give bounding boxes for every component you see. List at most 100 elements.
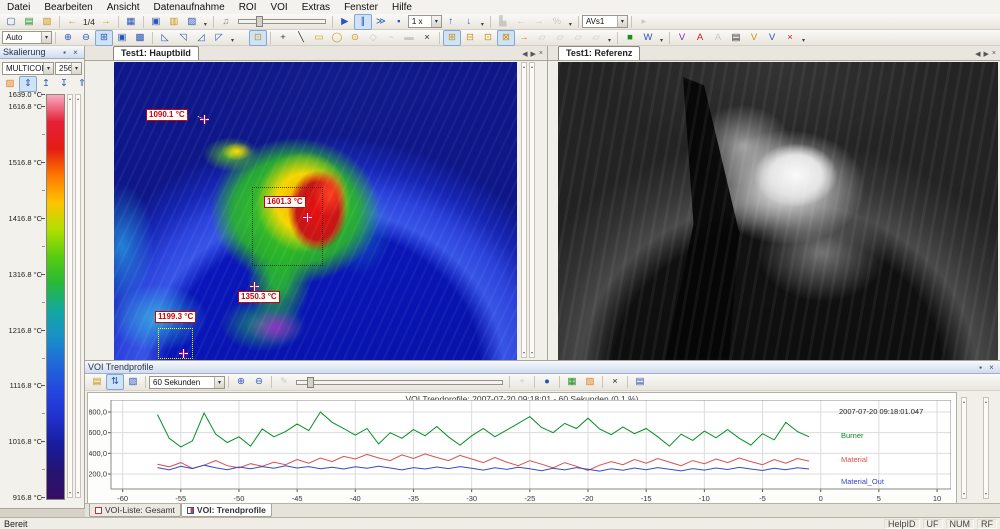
interval-combo-arrow-icon[interactable]: ▾ bbox=[214, 377, 224, 388]
scroll-up-icon[interactable]: ▴ bbox=[68, 96, 72, 102]
scroll-down-icon[interactable]: ▾ bbox=[76, 490, 80, 496]
menu-roi[interactable]: ROI bbox=[232, 2, 264, 13]
open-file-icon[interactable]: ▧ bbox=[38, 14, 56, 30]
delete-trend-icon[interactable]: × bbox=[606, 374, 624, 390]
color-scale-bar[interactable] bbox=[46, 94, 65, 500]
scaling-mode-combo[interactable]: Auto▾ bbox=[2, 31, 52, 44]
more-voi-icon[interactable]: ▾ bbox=[799, 30, 808, 46]
zoom-time-out-icon[interactable]: ⊖ bbox=[250, 374, 268, 390]
scaling-mode-combo-arrow-icon[interactable]: ▾ bbox=[41, 32, 51, 43]
snapshot-icon[interactable]: ▥ bbox=[165, 14, 183, 30]
scroll-down-icon[interactable]: ▾ bbox=[962, 491, 966, 497]
export-excel-icon[interactable]: ▦ bbox=[563, 374, 581, 390]
levels-combo-arrow-icon[interactable]: ▾ bbox=[71, 63, 81, 74]
more-roi-icon[interactable]: ▾ bbox=[605, 30, 614, 46]
tab-hauptbild[interactable]: Test1: Hauptbild bbox=[113, 46, 199, 60]
scroll-track[interactable]: ▴▾ bbox=[521, 62, 527, 358]
close-icon[interactable]: × bbox=[70, 48, 81, 57]
scroll-track[interactable]: ▴▾ bbox=[75, 94, 81, 498]
scroll-down-icon[interactable]: ▾ bbox=[530, 350, 534, 356]
temperature-label[interactable]: 1601.3 °C bbox=[264, 196, 306, 208]
more-playback-icon[interactable]: ▾ bbox=[478, 14, 487, 30]
menu-bearbeiten[interactable]: Bearbeiten bbox=[37, 2, 99, 13]
save-icon[interactable]: ▦ bbox=[122, 14, 140, 30]
zoom-time-in-icon[interactable]: ⊕ bbox=[232, 374, 250, 390]
close-icon[interactable]: × bbox=[986, 363, 997, 372]
export-image-icon[interactable]: ▨ bbox=[581, 374, 599, 390]
new-document-icon[interactable]: ▢ bbox=[2, 14, 20, 30]
scroll-up-icon[interactable]: ▴ bbox=[984, 399, 988, 405]
draw-ellipse-icon[interactable]: ⊙ bbox=[346, 30, 364, 46]
close-view-icon[interactable]: × bbox=[992, 50, 996, 57]
print-icon[interactable]: ▤ bbox=[631, 374, 649, 390]
next-view-icon[interactable]: ▶ bbox=[984, 50, 989, 58]
thermal-image[interactable]: 1090.1 °C1601.3 °C1350.3 °C1199.3 °C bbox=[114, 62, 517, 360]
menu-hilfe[interactable]: Hilfe bbox=[385, 2, 419, 13]
flip-vertical-icon[interactable]: ◸ bbox=[210, 30, 228, 46]
scroll-up-icon[interactable]: ▴ bbox=[962, 399, 966, 405]
roi-apply-icon[interactable]: → bbox=[515, 30, 533, 46]
print-report-icon[interactable]: ▨ bbox=[183, 14, 201, 30]
play-icon[interactable]: ▶ bbox=[336, 14, 354, 30]
menu-datenaufnahme[interactable]: Datenaufnahme bbox=[147, 2, 232, 13]
add-point-icon[interactable]: + bbox=[274, 30, 292, 46]
time-scroll-slider-thumb[interactable] bbox=[307, 377, 314, 388]
voi-delete-icon[interactable]: × bbox=[781, 30, 799, 46]
reference-image[interactable] bbox=[558, 62, 998, 360]
time-scroll-slider[interactable] bbox=[293, 376, 506, 389]
flip-horizontal-icon[interactable]: ◿ bbox=[192, 30, 210, 46]
next-view-icon[interactable]: ▶ bbox=[531, 50, 536, 58]
scroll-down-icon[interactable]: ▾ bbox=[984, 491, 988, 497]
lens-icon[interactable]: ● bbox=[538, 374, 556, 390]
more-range-icon[interactable]: ▾ bbox=[566, 14, 575, 30]
playback-speed-combo-arrow-icon[interactable]: ▾ bbox=[431, 16, 441, 27]
export-table-icon[interactable]: ▤ bbox=[20, 14, 38, 30]
matrix-export-icon[interactable]: W bbox=[639, 30, 657, 46]
prev-view-icon[interactable]: ◀ bbox=[975, 50, 980, 58]
menu-ansicht[interactable]: Ansicht bbox=[100, 2, 147, 13]
tab-referenz[interactable]: Test1: Referenz bbox=[558, 46, 640, 60]
scroll-up-icon[interactable]: ▴ bbox=[530, 64, 534, 70]
speaker-icon[interactable]: ♫ bbox=[217, 14, 235, 30]
measurement-cross-icon[interactable] bbox=[179, 349, 188, 358]
roi-add-icon[interactable]: ⊞ bbox=[443, 30, 461, 46]
scroll-track[interactable]: ▴▾ bbox=[67, 94, 73, 498]
voi-list-icon[interactable]: ▤ bbox=[727, 30, 745, 46]
roi-copy-icon[interactable]: ⊡ bbox=[479, 30, 497, 46]
scroll-track[interactable]: ▴▾ bbox=[983, 397, 989, 499]
palette-combo-arrow-icon[interactable]: ▾ bbox=[43, 63, 53, 74]
prev-view-icon[interactable]: ◀ bbox=[522, 50, 527, 58]
dock-image-icon[interactable]: ⊡ bbox=[249, 30, 267, 46]
avs-combo[interactable]: AVs1▾ bbox=[582, 15, 628, 28]
roi-move-icon[interactable]: ⊠ bbox=[497, 30, 515, 46]
copy-image-icon[interactable]: ▣ bbox=[147, 14, 165, 30]
draw-circle-icon[interactable]: ◯ bbox=[328, 30, 346, 46]
playback-speed-combo[interactable]: 1 x▾ bbox=[408, 15, 442, 28]
bottom-tab-voi-liste[interactable]: VOI-Liste: Gesamt bbox=[89, 504, 181, 517]
bottom-tab-voi-trendprofile[interactable]: VOI: Trendprofile bbox=[181, 504, 272, 517]
measurement-cross-icon[interactable] bbox=[303, 213, 312, 222]
last-frame-icon[interactable]: ↓ bbox=[460, 14, 478, 30]
roi-subtract-icon[interactable]: ⊟ bbox=[461, 30, 479, 46]
measurement-cross-icon[interactable] bbox=[250, 282, 259, 291]
draw-line-icon[interactable]: ╲ bbox=[292, 30, 310, 46]
delete-shape-icon[interactable]: × bbox=[418, 30, 436, 46]
prev-frame-icon[interactable]: ← bbox=[63, 14, 81, 30]
avs-combo-arrow-icon[interactable]: ▾ bbox=[617, 16, 627, 27]
menu-extras[interactable]: Extras bbox=[295, 2, 337, 13]
pause-icon[interactable]: ∥ bbox=[354, 14, 372, 30]
measurement-roi[interactable] bbox=[158, 328, 193, 359]
menu-fenster[interactable]: Fenster bbox=[337, 2, 385, 13]
zoom-out-icon[interactable]: ⊖ bbox=[77, 30, 95, 46]
audio-position-slider[interactable] bbox=[235, 15, 329, 28]
voi-area-icon[interactable]: A bbox=[691, 30, 709, 46]
zoom-in-icon[interactable]: ⊕ bbox=[59, 30, 77, 46]
scale-min-icon[interactable]: ↧ bbox=[55, 76, 73, 92]
scroll-down-icon[interactable]: ▾ bbox=[522, 350, 526, 356]
menu-datei[interactable]: Datei bbox=[0, 2, 37, 13]
scroll-track[interactable]: ▴▾ bbox=[961, 397, 967, 499]
voi-rect-icon[interactable]: V bbox=[673, 30, 691, 46]
pixel-grid-icon[interactable]: ▩ bbox=[131, 30, 149, 46]
trend-settings-icon[interactable]: ▧ bbox=[124, 374, 142, 390]
next-frame-icon[interactable]: → bbox=[97, 14, 115, 30]
